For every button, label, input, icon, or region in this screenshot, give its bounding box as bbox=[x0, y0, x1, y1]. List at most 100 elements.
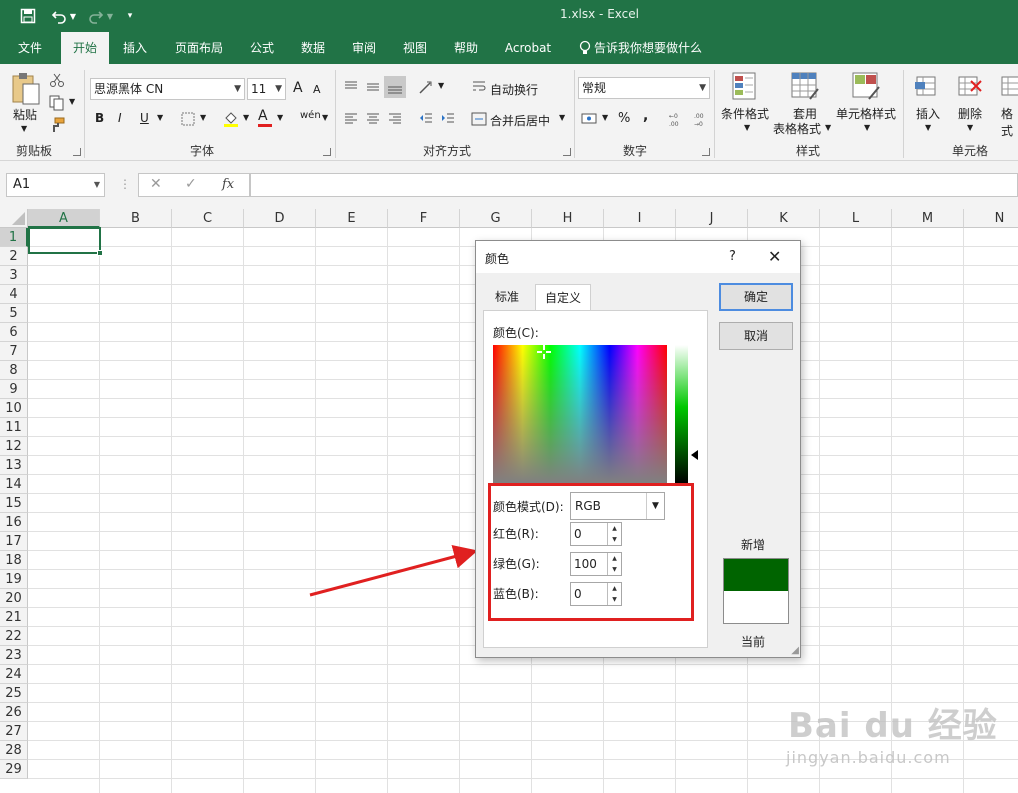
row-header-15[interactable]: 15 bbox=[0, 494, 28, 513]
row-header-1[interactable]: 1 bbox=[0, 228, 28, 247]
color-spectrum[interactable] bbox=[493, 345, 667, 483]
copy-dropdown-icon[interactable]: ▼ bbox=[69, 97, 75, 106]
help-button[interactable]: ? bbox=[729, 249, 736, 264]
ok-button[interactable]: 确定 bbox=[719, 283, 793, 311]
cancel-button[interactable]: 取消 bbox=[719, 322, 793, 350]
tab-home[interactable]: 开始 bbox=[61, 32, 109, 64]
merge-dropdown-icon[interactable]: ▼ bbox=[559, 113, 565, 122]
row-header-11[interactable]: 11 bbox=[0, 418, 28, 437]
increase-decimal-icon[interactable]: ←0.00 bbox=[667, 111, 685, 128]
row-header-26[interactable]: 26 bbox=[0, 703, 28, 722]
column-header-f[interactable]: F bbox=[388, 209, 460, 228]
insert-cells-icon[interactable] bbox=[913, 73, 941, 101]
row-header-18[interactable]: 18 bbox=[0, 551, 28, 570]
conditional-formatting-icon[interactable] bbox=[731, 71, 761, 103]
row-header-27[interactable]: 27 bbox=[0, 722, 28, 741]
luminance-pointer-icon[interactable] bbox=[691, 450, 698, 460]
undo-icon[interactable] bbox=[49, 6, 69, 26]
row-header-19[interactable]: 19 bbox=[0, 570, 28, 589]
row-header-24[interactable]: 24 bbox=[0, 665, 28, 684]
bold-button[interactable]: B bbox=[95, 111, 104, 125]
tab-custom[interactable]: 自定义 bbox=[535, 284, 592, 311]
tab-acrobat[interactable]: Acrobat bbox=[498, 32, 558, 64]
font-launcher-icon[interactable] bbox=[323, 148, 331, 156]
column-header-m[interactable]: M bbox=[892, 209, 964, 228]
row-header-20[interactable]: 20 bbox=[0, 589, 28, 608]
undo-dropdown-icon[interactable]: ▼ bbox=[68, 6, 78, 26]
row-header-7[interactable]: 7 bbox=[0, 342, 28, 361]
row-header-5[interactable]: 5 bbox=[0, 304, 28, 323]
row-header-3[interactable]: 3 bbox=[0, 266, 28, 285]
paste-dropdown-icon[interactable]: ▼ bbox=[21, 124, 27, 133]
phonetic-dropdown-icon[interactable]: ▼ bbox=[322, 113, 328, 122]
decrease-decimal-icon[interactable]: .00 →0 bbox=[692, 111, 710, 128]
row-header-4[interactable]: 4 bbox=[0, 285, 28, 304]
tell-me-search[interactable]: 告诉我你想要做什么 bbox=[594, 32, 706, 64]
align-bottom-icon[interactable] bbox=[384, 76, 406, 98]
underline-dropdown-icon[interactable]: ▼ bbox=[157, 113, 163, 122]
column-header-a[interactable]: A bbox=[28, 209, 100, 228]
comma-style-button[interactable]: , bbox=[643, 108, 648, 124]
tab-insert[interactable]: 插入 bbox=[114, 32, 156, 64]
orientation-icon[interactable] bbox=[418, 79, 434, 95]
resize-grip-icon[interactable]: ◢ bbox=[791, 645, 799, 656]
cancel-icon[interactable]: ✕ bbox=[150, 176, 162, 192]
increase-font-size-button[interactable]: A bbox=[293, 80, 303, 96]
column-header-j[interactable]: J bbox=[676, 209, 748, 228]
tab-data[interactable]: 数据 bbox=[293, 32, 333, 64]
font-color-icon[interactable]: A bbox=[258, 108, 272, 127]
row-header-23[interactable]: 23 bbox=[0, 646, 28, 665]
paste-icon[interactable] bbox=[9, 70, 41, 106]
cut-icon[interactable] bbox=[49, 72, 65, 88]
fill-handle[interactable] bbox=[97, 250, 103, 256]
active-cell[interactable] bbox=[28, 227, 103, 256]
delete-dropdown-icon[interactable]: ▼ bbox=[967, 123, 973, 132]
font-name-select[interactable]: 思源黑体 CN ▼ bbox=[90, 78, 245, 100]
format-cells-button[interactable]: 格式 bbox=[1001, 105, 1018, 139]
cell-styles-dropdown-icon[interactable]: ▼ bbox=[864, 123, 870, 132]
merge-center-button[interactable]: 合并后居中 bbox=[490, 112, 550, 129]
insert-cells-button[interactable]: 插入 bbox=[916, 105, 940, 122]
conditional-formatting-button[interactable]: 条件格式 bbox=[721, 105, 769, 122]
paste-button[interactable]: 粘贴 bbox=[13, 106, 37, 123]
column-header-i[interactable]: I bbox=[604, 209, 676, 228]
row-header-14[interactable]: 14 bbox=[0, 475, 28, 494]
row-header-25[interactable]: 25 bbox=[0, 684, 28, 703]
column-header-k[interactable]: K bbox=[748, 209, 820, 228]
close-icon[interactable]: ✕ bbox=[768, 247, 781, 266]
tab-help[interactable]: 帮助 bbox=[446, 32, 486, 64]
select-all-button[interactable] bbox=[0, 209, 28, 228]
accounting-format-icon[interactable] bbox=[581, 111, 597, 127]
save-icon[interactable] bbox=[18, 6, 38, 26]
row-header-9[interactable]: 9 bbox=[0, 380, 28, 399]
align-center-icon[interactable] bbox=[365, 111, 381, 127]
format-painter-icon[interactable] bbox=[49, 117, 65, 133]
increase-indent-icon[interactable] bbox=[440, 111, 456, 127]
redo-icon[interactable] bbox=[86, 6, 106, 26]
column-header-n[interactable]: N bbox=[964, 209, 1018, 228]
insert-function-icon[interactable]: fx bbox=[222, 177, 234, 192]
orientation-dropdown-icon[interactable]: ▼ bbox=[438, 81, 444, 90]
tab-formulas[interactable]: 公式 bbox=[242, 32, 282, 64]
name-box[interactable]: A1 ▼ bbox=[6, 173, 105, 197]
clipboard-launcher-icon[interactable] bbox=[73, 148, 81, 156]
fill-color-icon[interactable] bbox=[222, 109, 238, 127]
row-header-28[interactable]: 28 bbox=[0, 741, 28, 760]
align-right-icon[interactable] bbox=[387, 111, 403, 127]
row-header-6[interactable]: 6 bbox=[0, 323, 28, 342]
phonetic-icon[interactable]: wén bbox=[300, 110, 321, 121]
insert-dropdown-icon[interactable]: ▼ bbox=[925, 123, 931, 132]
number-launcher-icon[interactable] bbox=[702, 148, 710, 156]
align-middle-icon[interactable] bbox=[365, 79, 381, 95]
tab-page-layout[interactable]: 页面布局 bbox=[166, 32, 232, 64]
align-left-icon[interactable] bbox=[343, 111, 359, 127]
column-header-h[interactable]: H bbox=[532, 209, 604, 228]
format-as-table-dropdown-icon[interactable]: ▼ bbox=[825, 123, 831, 132]
enter-icon[interactable]: ✓ bbox=[185, 176, 197, 192]
tab-standard[interactable]: 标准 bbox=[486, 284, 528, 310]
underline-button[interactable]: U bbox=[140, 111, 149, 125]
row-header-17[interactable]: 17 bbox=[0, 532, 28, 551]
row-header-12[interactable]: 12 bbox=[0, 437, 28, 456]
row-header-21[interactable]: 21 bbox=[0, 608, 28, 627]
tab-view[interactable]: 视图 bbox=[395, 32, 435, 64]
